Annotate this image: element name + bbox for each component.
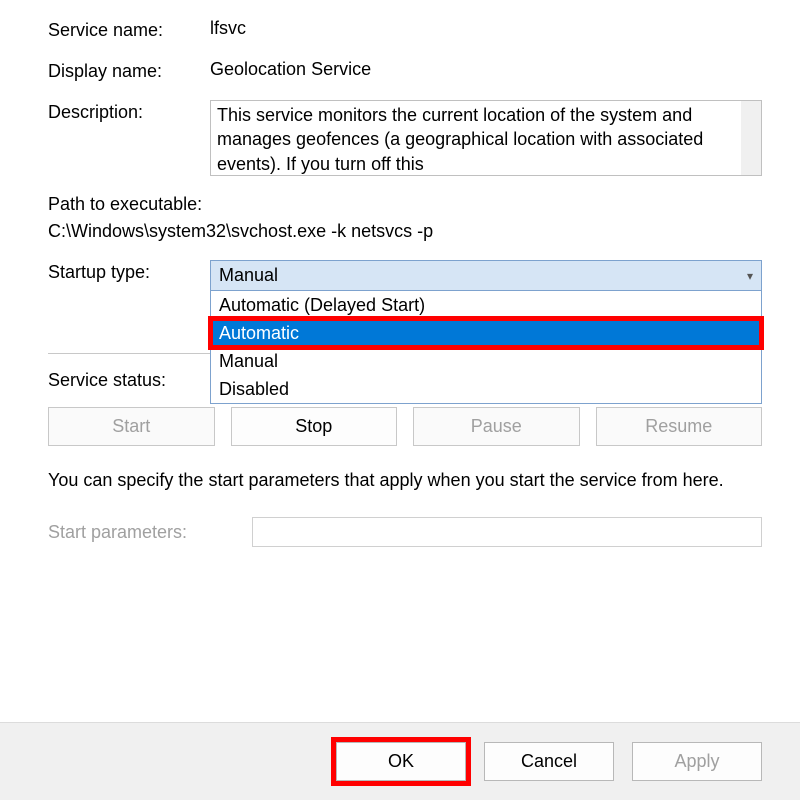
resume-button: Resume xyxy=(596,407,763,446)
startup-option-automatic[interactable]: Automatic xyxy=(211,319,761,347)
startup-type-selected: Manual xyxy=(219,265,278,286)
service-name-value: lfsvc xyxy=(210,18,762,39)
startup-type-dropdown[interactable]: Manual ▾ xyxy=(210,260,762,291)
start-params-hint: You can specify the start parameters tha… xyxy=(48,468,762,493)
service-status-label: Service status: xyxy=(48,368,210,391)
dialog-footer: OK Cancel Apply xyxy=(0,722,800,800)
apply-button: Apply xyxy=(632,742,762,781)
description-textarea[interactable]: This service monitors the current locati… xyxy=(210,100,762,176)
startup-option-delayed[interactable]: Automatic (Delayed Start) xyxy=(211,291,761,319)
start-button: Start xyxy=(48,407,215,446)
service-name-label: Service name: xyxy=(48,18,210,41)
ok-button[interactable]: OK xyxy=(336,742,466,781)
display-name-label: Display name: xyxy=(48,59,210,82)
description-label: Description: xyxy=(48,100,210,123)
pause-button: Pause xyxy=(413,407,580,446)
cancel-button[interactable]: Cancel xyxy=(484,742,614,781)
path-value: C:\Windows\system32\svchost.exe -k netsv… xyxy=(48,221,762,242)
startup-type-list: Automatic (Delayed Start) Automatic Manu… xyxy=(210,291,762,404)
description-text: This service monitors the current locati… xyxy=(217,105,703,174)
startup-option-disabled[interactable]: Disabled xyxy=(211,375,761,403)
startup-option-manual[interactable]: Manual xyxy=(211,347,761,375)
path-label: Path to executable: xyxy=(48,194,762,215)
scrollbar[interactable] xyxy=(741,101,761,175)
chevron-down-icon: ▾ xyxy=(747,269,753,283)
startup-type-label: Startup type: xyxy=(48,260,210,283)
display-name-value: Geolocation Service xyxy=(210,59,762,80)
start-parameters-label: Start parameters: xyxy=(48,522,252,543)
stop-button[interactable]: Stop xyxy=(231,407,398,446)
start-parameters-input xyxy=(252,517,762,547)
